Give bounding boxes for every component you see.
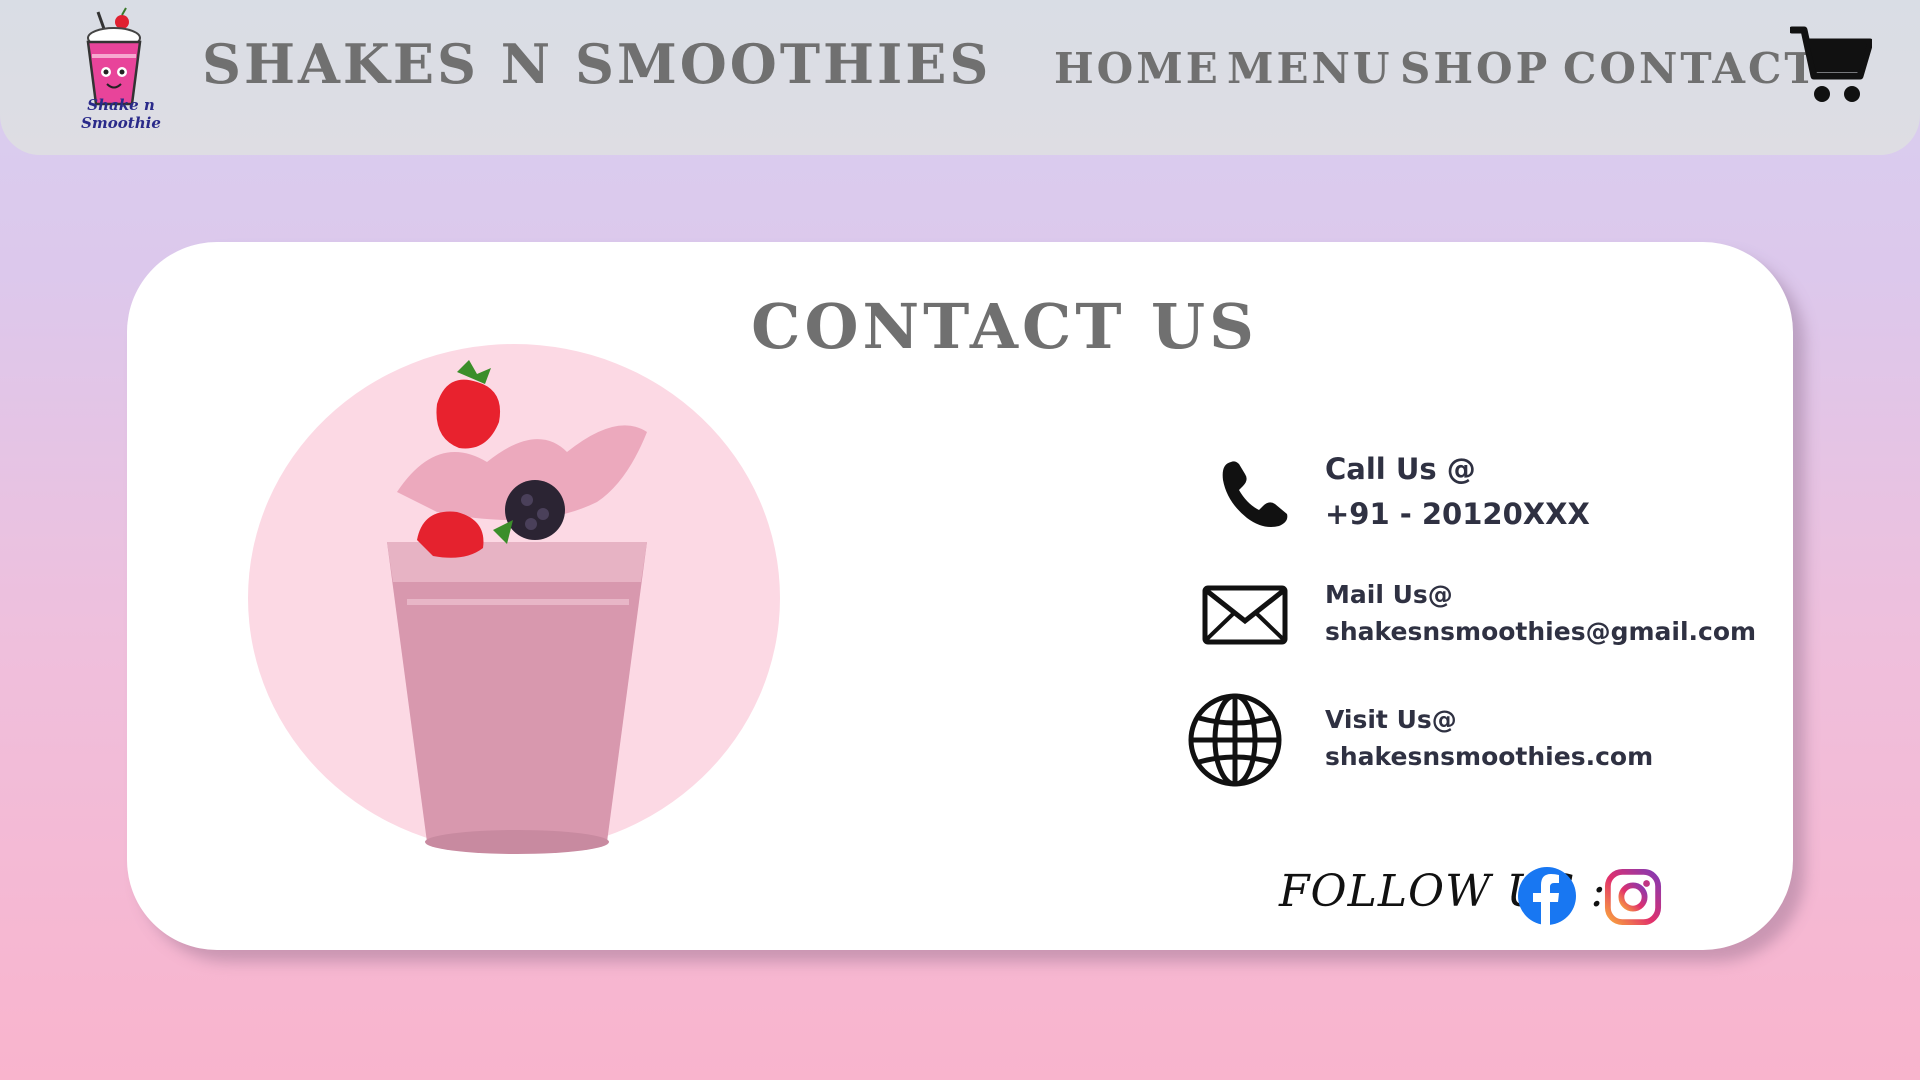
site-title: SHAKES N SMOOTHIES	[202, 32, 992, 96]
nav-shop[interactable]: SHOP	[1400, 44, 1550, 93]
nav-contact[interactable]: CONTACT	[1563, 44, 1819, 93]
navbar: Shake n Smoothie SHAKES N SMOOTHIES HOME…	[0, 0, 1920, 155]
mail-icon	[1202, 585, 1288, 645]
phone-icon	[1222, 461, 1288, 527]
instagram-icon[interactable]	[1604, 868, 1662, 926]
smoothie-image	[248, 344, 780, 854]
website-url[interactable]: shakesnsmoothies.com	[1325, 742, 1653, 771]
website-label: Visit Us@	[1325, 705, 1457, 734]
shopping-cart-icon[interactable]	[1790, 24, 1872, 106]
facebook-icon[interactable]	[1517, 866, 1577, 926]
phone-number[interactable]: +91 - 20120XXX	[1325, 497, 1590, 531]
nav-home[interactable]: HOME	[1054, 44, 1221, 93]
globe-icon	[1188, 693, 1282, 787]
mail-label: Mail Us@	[1325, 580, 1453, 609]
contact-card: CONTACT US Call Us @ +91 - 20120XXX Mail…	[127, 242, 1793, 950]
logo-script-text: Shake n Smoothie	[81, 96, 161, 132]
nav-menu[interactable]: MENU	[1227, 44, 1393, 93]
mail-address[interactable]: shakesnsmoothies@gmail.com	[1325, 617, 1756, 646]
phone-label: Call Us @	[1325, 452, 1476, 486]
